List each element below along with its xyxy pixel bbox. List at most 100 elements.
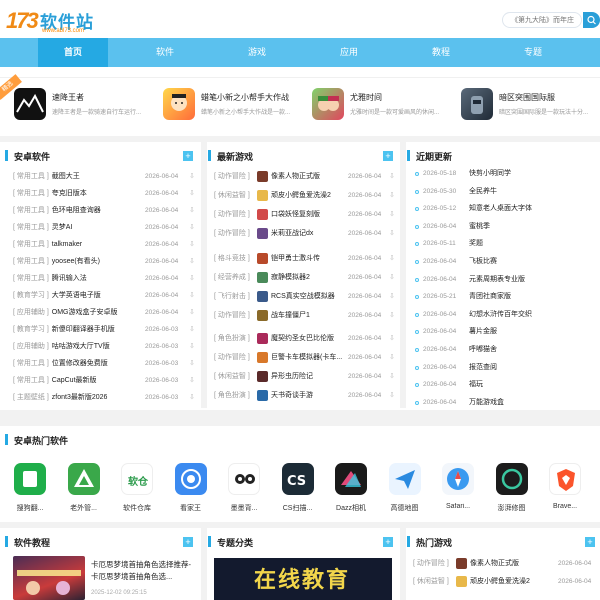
list-item[interactable]: [ 常用工具 ] CapCut最新版 2026-06-03 ⇩ — [13, 374, 197, 388]
nav-home[interactable]: 首页 — [38, 38, 108, 67]
list-item[interactable]: [ 格斗竞技 ] 铠甲勇士激斗传 2026-06-04 ⇩ — [214, 252, 396, 266]
featured-card[interactable]: 暗区突围国际服 暗区突围国际服是一款玩法十分... — [461, 88, 600, 122]
download-icon[interactable]: ⇩ — [189, 340, 195, 354]
item-title[interactable]: 咕咕游戏大厅TV版 — [52, 343, 110, 350]
list-item[interactable]: 2026-06-04 蜜桃季 — [413, 220, 599, 234]
item-title[interactable]: RCS真实空战模拟器 — [271, 290, 347, 304]
download-icon[interactable]: ⇩ — [389, 351, 395, 365]
list-item[interactable]: [ 动作冒险 ] 像素人物正式版 2026-06-04 ⇩ — [214, 170, 396, 184]
download-icon[interactable]: ⇩ — [389, 208, 395, 222]
item-title[interactable]: OMG游戏盒子安卓版 — [52, 309, 118, 316]
download-icon[interactable]: ⇩ — [189, 170, 195, 184]
list-item[interactable]: [ 常用工具 ] 腾讯输入法 2026-06-04 ⇩ — [13, 272, 197, 286]
more-plus-icon[interactable]: + — [183, 537, 193, 547]
app-tile[interactable]: 老外管... — [62, 463, 106, 513]
item-title[interactable]: 全民养牛 — [469, 185, 497, 199]
item-title[interactable]: 像素人物正式版 — [470, 557, 550, 571]
list-item[interactable]: [ 角色扮演 ] 天书奇谈手游 2026-06-04 ⇩ — [214, 389, 396, 403]
list-item[interactable]: 2026-05-12 知意老人桌面大字体 — [413, 202, 599, 216]
topic-banner[interactable]: 在线教育 — [214, 558, 392, 600]
item-title[interactable]: 顽皮小鳄鱼爱洗澡2 — [470, 575, 550, 589]
list-item[interactable]: [ 休闲益智 ] 顽皮小鳄鱼爱洗澡2 2026-06-04 ⇩ — [214, 189, 396, 203]
item-title[interactable]: 幻想水浒传百年交织 — [469, 308, 532, 322]
nav-software[interactable]: 软件 — [130, 38, 200, 67]
app-tile[interactable]: Brave... — [543, 463, 587, 513]
list-item[interactable]: [ 动作冒险 ] 像素人物正式版 2026-06-04 — [413, 557, 599, 571]
item-title[interactable]: 灵梦AI — [52, 224, 73, 231]
item-title[interactable]: 报范查阅 — [469, 361, 497, 375]
item-title[interactable]: talkmaker — [52, 241, 82, 248]
item-title[interactable]: 知意老人桌面大字体 — [469, 202, 532, 216]
item-title[interactable]: 截图大王 — [52, 173, 80, 180]
app-tile[interactable]: 搜狗翻... — [8, 463, 52, 513]
download-icon[interactable]: ⇩ — [389, 227, 395, 241]
list-item[interactable]: 2026-06-04 幻想水浒传百年交织 — [413, 308, 599, 322]
item-title[interactable]: 大学英语电子版 — [52, 292, 101, 299]
download-icon[interactable]: ⇩ — [389, 389, 395, 403]
list-item[interactable]: [ 动作冒险 ] 米莉亚战记dx 2026-06-04 ⇩ — [214, 227, 396, 241]
download-icon[interactable]: ⇩ — [189, 255, 195, 269]
search-button[interactable] — [583, 12, 600, 28]
download-icon[interactable]: ⇩ — [189, 187, 195, 201]
download-icon[interactable]: ⇩ — [389, 309, 395, 323]
list-item[interactable]: 2026-06-04 报范查阅 — [413, 361, 599, 375]
list-item[interactable]: 2026-05-21 青团社商家版 — [413, 290, 599, 304]
item-title[interactable]: 魔契约圣女巴比伦版 — [271, 332, 347, 346]
app-tile[interactable]: CS CS扫描... — [276, 463, 320, 513]
item-title[interactable]: 薯片金服 — [469, 325, 497, 339]
download-icon[interactable]: ⇩ — [189, 374, 195, 388]
download-icon[interactable]: ⇩ — [189, 272, 195, 286]
download-icon[interactable]: ⇩ — [189, 391, 195, 405]
list-item[interactable]: [ 教育学习 ] 新傻印翻译器手机版 2026-06-03 ⇩ — [13, 323, 197, 337]
item-title[interactable]: 顽皮小鳄鱼爱洗澡2 — [271, 189, 347, 203]
item-title[interactable]: yoosee(有看头) — [52, 258, 100, 265]
download-icon[interactable]: ⇩ — [389, 271, 395, 285]
item-title[interactable]: 腾讯输入法 — [52, 275, 87, 282]
list-item[interactable]: [ 动作冒险 ] 巨警卡车模拟器(卡车... 2026-06-04 ⇩ — [214, 351, 396, 365]
more-plus-icon[interactable]: + — [383, 537, 393, 547]
item-title[interactable]: 天书奇谈手游 — [271, 389, 347, 403]
item-title[interactable]: 青团社商家版 — [469, 290, 511, 304]
item-title[interactable]: CapCut最新版 — [52, 377, 97, 384]
list-item[interactable]: [ 常用工具 ] 位置修改器免费版 2026-06-03 ⇩ — [13, 357, 197, 371]
list-item[interactable]: [ 角色扮演 ] 魔契约圣女巴比伦版 2026-06-04 ⇩ — [214, 332, 396, 346]
nav-games[interactable]: 游戏 — [222, 38, 292, 67]
download-icon[interactable]: ⇩ — [389, 332, 395, 346]
list-item[interactable]: 2026-06-04 万能游戏盒 — [413, 396, 599, 410]
item-title[interactable]: 快剪小明同学 — [469, 167, 511, 181]
download-icon[interactable]: ⇩ — [389, 170, 395, 184]
item-title[interactable]: 异形虫历险记 — [271, 370, 347, 384]
download-icon[interactable]: ⇩ — [189, 221, 195, 235]
app-tile[interactable]: 高德地图 — [383, 463, 427, 513]
list-item[interactable]: [ 教育学习 ] 大学英语电子版 2026-06-04 ⇩ — [13, 289, 197, 303]
item-title[interactable]: 巨警卡车模拟器(卡车... — [271, 351, 347, 365]
tutorial-headline[interactable]: 卡厄思梦境首抽角色选择推荐-卡厄思梦境首抽角色选... — [91, 559, 195, 583]
item-title[interactable]: 福玩 — [469, 378, 483, 392]
app-tile[interactable]: 墨墨背... — [222, 463, 266, 513]
list-item[interactable]: [ 常用工具 ] 色环电阻查询器 2026-06-04 ⇩ — [13, 204, 197, 218]
list-item[interactable]: 2026-06-04 福玩 — [413, 378, 599, 392]
item-title[interactable]: 色环电阻查询器 — [52, 207, 101, 214]
item-title[interactable]: 夸克旧版本 — [52, 190, 87, 197]
app-tile[interactable]: 澎湃修图 — [490, 463, 534, 513]
app-tile[interactable]: 软仓 软件仓库 — [115, 463, 159, 513]
download-icon[interactable]: ⇩ — [389, 290, 395, 304]
list-item[interactable]: [ 动作冒险 ] 战车撞僵尸1 2026-06-04 ⇩ — [214, 309, 396, 323]
download-icon[interactable]: ⇩ — [189, 204, 195, 218]
download-icon[interactable]: ⇩ — [189, 306, 195, 320]
download-icon[interactable]: ⇩ — [189, 289, 195, 303]
item-title[interactable]: 飞板比赛 — [469, 255, 497, 269]
search-input[interactable] — [502, 12, 582, 28]
list-item[interactable]: 2026-05-18 快剪小明同学 — [413, 167, 599, 181]
list-item[interactable]: [ 应用辅助 ] 咕咕游戏大厅TV版 2026-06-03 ⇩ — [13, 340, 197, 354]
list-item[interactable]: 2026-06-04 飞板比赛 — [413, 255, 599, 269]
list-item[interactable]: [ 常用工具 ] talkmaker 2026-06-04 ⇩ — [13, 238, 197, 252]
download-icon[interactable]: ⇩ — [189, 238, 195, 252]
nav-apps[interactable]: 应用 — [314, 38, 384, 67]
featured-card[interactable]: 尤雅时间 尤雅时间是一款可爱画风的休闲... — [312, 88, 452, 122]
item-title[interactable]: 铠甲勇士激斗传 — [271, 252, 347, 266]
item-title[interactable]: 战车撞僵尸1 — [271, 309, 347, 323]
list-item[interactable]: [ 常用工具 ] 夸克旧版本 2026-06-04 ⇩ — [13, 187, 197, 201]
list-item[interactable]: [ 休闲益智 ] 顽皮小鳄鱼爱洗澡2 2026-06-04 — [413, 575, 599, 589]
logo-number[interactable]: 173 — [6, 8, 39, 34]
